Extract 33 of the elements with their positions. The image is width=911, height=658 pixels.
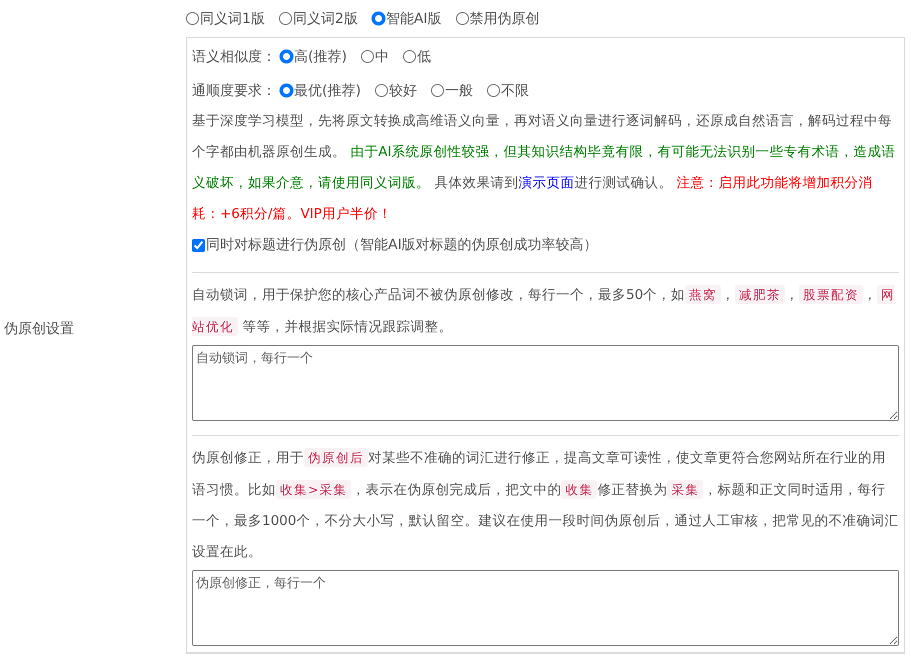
radio-option[interactable]: 一般	[430, 82, 473, 100]
radio-button[interactable]	[280, 84, 293, 97]
option-label: 语义相似度：	[192, 48, 276, 66]
description-text: 自动锁词，用于保护您的核心产品词不被伪原创修改，每行一个，最多50个，如 燕窝 ， 减肥茶 ， 股票配资 ， 网站优化 等等，并根据实际情况跟踪调整。	[192, 284, 896, 338]
section-label: 伪原创设置	[3, 320, 74, 338]
radio-button[interactable]	[430, 84, 444, 97]
radio-button[interactable]	[278, 12, 292, 25]
radio-option[interactable]: 同义词2版	[278, 10, 358, 28]
radio-option[interactable]: 低	[402, 48, 431, 66]
radio-button[interactable]	[374, 84, 388, 97]
radio-option[interactable]: 同义词1版	[186, 10, 265, 28]
radio-option[interactable]: 智能AI版	[372, 10, 442, 28]
demo-page-link[interactable]: 演示页面	[518, 175, 574, 191]
radio-button[interactable]	[486, 84, 500, 97]
radio-button[interactable]	[456, 12, 469, 25]
radio-button[interactable]	[186, 12, 199, 25]
description-text: 伪原创修正，用于 伪原创后 对某些不准确的词汇进行修正，提高文章可读性，使文章更符合您网站所在行业的用语习惯。比如 收集>采集 ，表示在伪原创完成后，把文中的 收集 修正替换为 采集 ，标题和正文同时适用，每行一个，最多1000个，不分大小写，默认留空。建议在使用一段时间伪原创后，通过人工审核，把常见的不准确词汇设置在此。	[192, 447, 899, 562]
title-checkbox-option[interactable]: 同时对标题进行伪原创（智能AI版对标题的伪原创成功率较高）	[192, 232, 598, 258]
corrections-field[interactable]: 伪原创修正，每行一个	[192, 570, 899, 646]
radio-option[interactable]: 不限	[486, 82, 529, 100]
radio-button[interactable]	[280, 50, 293, 63]
radio-button[interactable]	[402, 50, 416, 63]
radio-button[interactable]	[360, 50, 374, 63]
radio-option[interactable]: 高(推荐)	[280, 48, 347, 66]
radio-option[interactable]: 禁用伪原创	[456, 10, 540, 28]
radio-button[interactable]	[372, 12, 385, 25]
lock-words-field[interactable]: 自动锁词，每行一个	[192, 345, 899, 421]
radio-option[interactable]: 中	[360, 48, 389, 66]
description-text: 基于深度学习模型，先将原文转换成高维语义向量，再对语义向量进行逐词解码，还原成自然语言，解码过程中每个字都由机器原创生成。 由于AI系统原创性较强，但其知识结构毕竟有限，有可能无法识别一些专有术语，造成语义破坏，如果介意，请使用同义词版。 具体效果请到演示页面进行测试确认。 注意：启用此功能将增加积分消耗：+6积分/篇。VIP用户半价！	[192, 112, 897, 224]
option-label: 通顺度要求：	[192, 82, 276, 100]
radio-option[interactable]: 最优(推荐)	[280, 82, 361, 100]
radio-option[interactable]: 较好	[374, 82, 417, 100]
checkbox[interactable]	[192, 238, 205, 252]
